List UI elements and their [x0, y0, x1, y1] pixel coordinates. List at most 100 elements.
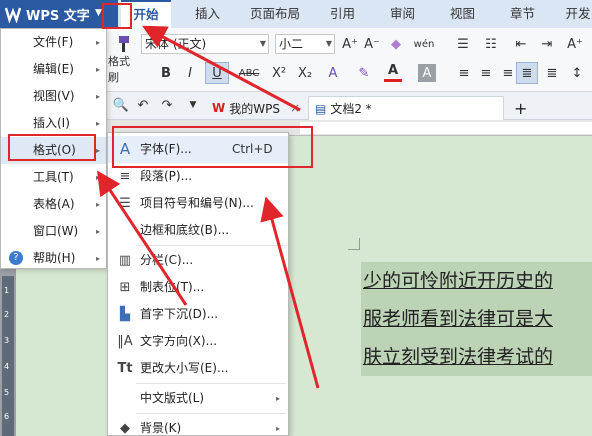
- undo-icon[interactable]: ↶: [134, 96, 152, 114]
- align-left-icon[interactable]: ≡: [454, 64, 474, 82]
- submenu-arrow-icon: ▸: [95, 227, 100, 236]
- annotation-box-format: [8, 134, 96, 161]
- menu-item-tools[interactable]: 工具(T) ▸: [1, 164, 106, 191]
- decrease-indent-icon[interactable]: ⇤: [510, 34, 532, 54]
- font-color-button[interactable]: A: [384, 62, 402, 82]
- text-direction-icon: ‖A: [117, 334, 133, 349]
- format-painter-label[interactable]: 格式刷: [108, 55, 138, 84]
- align-right-icon[interactable]: ≡: [498, 64, 518, 82]
- menu-item-help[interactable]: ? 帮助(H) ▸: [1, 245, 106, 272]
- subscript-button[interactable]: X₂: [294, 64, 316, 82]
- menu-item-edit[interactable]: 编辑(E) ▸: [1, 56, 106, 83]
- doc-tab-my-wps[interactable]: W 我的WPS ×: [206, 96, 306, 120]
- tab-chapter[interactable]: 章节: [500, 0, 545, 28]
- underline-button[interactable]: U: [205, 62, 229, 84]
- menu-item-table[interactable]: 表格(A) ▸: [1, 191, 106, 218]
- bold-button[interactable]: B: [157, 64, 175, 82]
- submenu-arrow-icon: ▸: [95, 254, 100, 263]
- font-size-value: 小二: [279, 37, 304, 51]
- document-body-text[interactable]: 少的可怜附近开历史的 服老师看到法律可是大 肤立刻受到法律考试的: [361, 262, 592, 376]
- submenu-item-label: 项目符号和编号(N)...: [140, 196, 254, 210]
- shrink-font-button[interactable]: A⁻: [362, 34, 382, 54]
- bullet-list-icon: ☰: [119, 196, 131, 211]
- tab-view[interactable]: 视图: [440, 0, 485, 28]
- menu-item-view[interactable]: 视图(V) ▸: [1, 83, 106, 110]
- submenu-arrow-icon: ▸: [95, 119, 100, 128]
- annotation-box-font: [112, 126, 313, 168]
- doc-line: 服老师看到法律可是大: [363, 308, 554, 330]
- strikethrough-button[interactable]: ABC: [234, 64, 264, 82]
- submenu-item-text-direction[interactable]: ‖A 文字方向(X)...: [108, 328, 288, 355]
- clear-format-icon[interactable]: ◆: [386, 34, 406, 54]
- menu-item-file[interactable]: 文件(F) ▸: [1, 29, 106, 56]
- menu-item-label: 工具(T): [33, 170, 74, 184]
- app-name: WPS 文字: [26, 8, 90, 24]
- increase-indent-icon[interactable]: ⇥: [536, 34, 558, 54]
- menu-item-label: 视图(V): [33, 89, 75, 103]
- submenu-item-borders-shading[interactable]: 边框和底纹(B)...: [108, 217, 288, 244]
- highlight-color-icon[interactable]: ✎: [354, 64, 374, 82]
- chevron-down-icon: ▼: [259, 39, 266, 48]
- menu-separator: [136, 413, 286, 414]
- tab-review[interactable]: 审阅: [380, 0, 425, 28]
- menu-item-label: 插入(I): [33, 116, 70, 130]
- menu-item-window[interactable]: 窗口(W) ▸: [1, 218, 106, 245]
- doc-tab-document2[interactable]: ▤ 文档2 *: [308, 96, 504, 120]
- bullet-list-icon[interactable]: ☰: [452, 34, 474, 54]
- tab-insert[interactable]: 插入: [185, 0, 230, 28]
- menu-item-label: 窗口(W): [33, 224, 79, 238]
- submenu-item-background[interactable]: ◆ 背景(K) ▸: [108, 415, 288, 436]
- annotation-box-menu-caret: [102, 3, 132, 29]
- submenu-item-label: 段落(P)...: [140, 169, 193, 183]
- ruler-page-area: [300, 122, 592, 134]
- tab-references[interactable]: 引用: [320, 0, 365, 28]
- submenu-item-chinese-layout[interactable]: 中文版式(L) ▸: [108, 385, 288, 412]
- distributed-align-icon[interactable]: ≣: [542, 64, 562, 82]
- pinyin-guide-icon[interactable]: wén: [410, 32, 438, 56]
- numbered-list-icon[interactable]: ☷: [480, 34, 502, 54]
- ruler-number: 4: [4, 362, 10, 371]
- document-icon: ▤: [315, 101, 327, 116]
- submenu-item-change-case[interactable]: Tt 更改大小写(E)...: [108, 355, 288, 382]
- submenu-item-bullets-numbering[interactable]: ☰ 项目符号和编号(N)...: [108, 190, 288, 217]
- redo-icon[interactable]: ↷: [158, 96, 176, 114]
- submenu-item-drop-cap[interactable]: ▙ 首字下沉(D)...: [108, 301, 288, 328]
- doc-tab-label: 文档2 *: [330, 102, 372, 116]
- grow-font-button[interactable]: A⁺: [340, 34, 360, 54]
- change-case-icon[interactable]: A⁺: [562, 34, 588, 54]
- tab-developer[interactable]: 开发: [558, 0, 592, 28]
- font-size-select[interactable]: 小二 ▼: [275, 34, 335, 54]
- menu-item-label: 编辑(E): [33, 62, 74, 76]
- tab-page-layout[interactable]: 页面布局: [240, 0, 310, 28]
- submenu-item-tab-stops[interactable]: ⊞ 制表位(T)...: [108, 274, 288, 301]
- submenu-item-label: 更改大小写(E)...: [140, 361, 229, 375]
- close-icon[interactable]: ×: [290, 101, 300, 115]
- wps-logo-icon: W: [212, 101, 226, 115]
- submenu-arrow-icon: ▸: [275, 424, 280, 433]
- font-name-select[interactable]: 宋体 (正文) ▼: [141, 34, 269, 54]
- align-center-icon[interactable]: ≡: [476, 64, 496, 82]
- submenu-item-columns[interactable]: ▥ 分栏(C)...: [108, 247, 288, 274]
- new-tab-button[interactable]: +: [508, 96, 533, 120]
- char-shading-button[interactable]: A: [418, 64, 436, 82]
- ruler-number: 2: [4, 310, 10, 319]
- chevron-down-icon[interactable]: ▼: [186, 98, 200, 112]
- chevron-down-icon[interactable]: ▼: [95, 8, 102, 18]
- menu-item-insert[interactable]: 插入(I) ▸: [1, 110, 106, 137]
- print-preview-icon[interactable]: 🔍: [112, 96, 130, 114]
- ruler-number: 5: [4, 388, 10, 397]
- wps-app-menu-button[interactable]: WPS 文字 ▼: [0, 0, 118, 28]
- justify-icon[interactable]: ≣: [516, 62, 538, 84]
- ruler-number: 3: [4, 336, 10, 345]
- line-spacing-icon[interactable]: ↕: [566, 64, 588, 82]
- italic-button[interactable]: I: [181, 64, 199, 82]
- submenu-item-label: 中文版式(L): [140, 391, 205, 405]
- submenu-item-label: 首字下沉(D)...: [140, 307, 219, 321]
- submenu-item-label: 制表位(T)...: [140, 280, 205, 294]
- superscript-button[interactable]: X²: [268, 64, 290, 82]
- format-submenu: A 字体(F)... Ctrl+D ≡ 段落(P)... ☰ 项目符号和编号(N…: [107, 132, 289, 436]
- text-effect-icon[interactable]: A: [322, 64, 344, 82]
- doc-line: 少的可怜附近开历史的: [363, 270, 554, 292]
- ruler-number: 6: [4, 412, 10, 421]
- doc-tab-label: 我的WPS: [229, 101, 280, 116]
